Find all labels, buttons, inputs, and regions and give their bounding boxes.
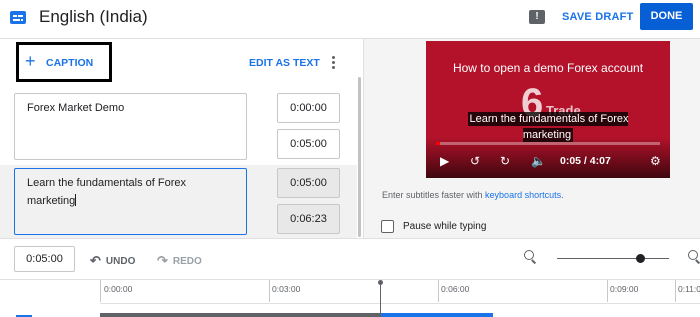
video-progress-fill (436, 142, 441, 145)
feedback-icon[interactable]: ! (529, 10, 545, 24)
timeline-tick (675, 280, 676, 302)
timeline-tick (269, 280, 270, 302)
video-progress-bar[interactable] (436, 142, 660, 145)
caption-segment[interactable] (100, 313, 380, 317)
subtitle-editor: English (India) ! SAVE DRAFT DONE + CAPT… (0, 0, 700, 317)
timeline-tick-label: 0:00:00 (104, 284, 133, 294)
undo-icon: ↶ (90, 253, 101, 268)
timeline-tick (607, 280, 608, 302)
timeline-tick (438, 280, 439, 302)
save-draft-button[interactable]: SAVE DRAFT (556, 4, 639, 30)
forward-icon[interactable]: ↻ (500, 154, 510, 168)
zoom-out-icon[interactable] (524, 250, 538, 264)
cue-text: Learn the fundamentals of Forex marketin… (27, 177, 186, 207)
add-caption-button[interactable]: + CAPTION (16, 42, 112, 82)
timeline-tick-label: 0:06:00 (441, 284, 470, 294)
video-subtitle: Learn the fundamentals of Forex marketin… (467, 112, 629, 142)
current-time-field[interactable]: 0:05:00 (14, 246, 75, 272)
settings-icon[interactable]: ⚙ (650, 154, 661, 168)
video-player[interactable]: How to open a demo Forex account 6 Trade… (426, 41, 670, 178)
caption-editor: + CAPTION EDIT AS TEXT Forex Market Demo… (0, 38, 363, 238)
editor-scrollbar[interactable] (358, 77, 361, 237)
timeline-ruler (100, 303, 700, 304)
video-time: 0:05 / 4:07 (560, 155, 611, 167)
cue-text: Forex Market Demo (27, 102, 125, 114)
header: English (India) ! SAVE DRAFT DONE (0, 0, 700, 38)
timeline-tick (100, 280, 101, 302)
caption-segment-selected[interactable] (381, 313, 493, 317)
cue-start-time[interactable]: 0:00:00 (277, 93, 340, 123)
zoom-slider-track[interactable] (557, 258, 669, 259)
volume-icon[interactable]: 🔈 (531, 154, 546, 168)
cue-text-field[interactable]: Forex Market Demo (14, 93, 247, 160)
undo-button[interactable]: ↶ UNDO (90, 253, 135, 269)
add-caption-label: CAPTION (46, 57, 94, 69)
play-icon[interactable]: ▶ (440, 154, 449, 168)
shortcut-tip: Enter subtitles faster with keyboard sho… (382, 190, 564, 200)
timeline-tick-label: 0:03:00 (272, 284, 301, 294)
cue-end-time[interactable]: 0:06:23 (277, 204, 340, 234)
zoom-in-icon[interactable] (688, 250, 700, 264)
timeline-toolbar: 0:05:00 ↶ UNDO ↷ REDO (0, 238, 700, 279)
playhead-handle[interactable] (378, 280, 383, 285)
done-button[interactable]: DONE (640, 3, 693, 30)
playhead[interactable] (380, 282, 381, 317)
cue-start-time[interactable]: 0:05:00 (277, 168, 340, 198)
plus-icon: + (25, 51, 36, 71)
redo-button[interactable]: ↷ REDO (157, 253, 202, 269)
cue-end-time[interactable]: 0:05:00 (277, 129, 340, 159)
more-vert-icon[interactable] (329, 56, 337, 70)
timeline-tick-label: 0:11:0 (678, 284, 700, 294)
preview-panel: How to open a demo Forex account 6 Trade… (363, 38, 700, 238)
subtitles-icon (10, 11, 26, 24)
text-caret (75, 194, 77, 206)
video-title: How to open a demo Forex account (452, 61, 644, 75)
page-title: English (India) (39, 7, 148, 26)
pause-while-typing-checkbox[interactable] (381, 220, 394, 233)
redo-icon: ↷ (157, 253, 168, 268)
edit-as-text-button[interactable]: EDIT AS TEXT (249, 57, 320, 69)
timeline[interactable]: 0:00:00 0:03:00 0:06:00 0:09:00 0:11:0 (0, 279, 700, 317)
timeline-tick-label: 0:09:00 (610, 284, 639, 294)
zoom-slider-thumb[interactable] (636, 254, 645, 263)
rewind-icon[interactable]: ↺ (470, 154, 480, 168)
keyboard-shortcuts-link[interactable]: keyboard shortcuts (485, 190, 561, 200)
pause-while-typing-label: Pause while typing (403, 221, 487, 232)
cue-text-field-active[interactable]: Learn the fundamentals of Forex marketin… (14, 168, 247, 235)
